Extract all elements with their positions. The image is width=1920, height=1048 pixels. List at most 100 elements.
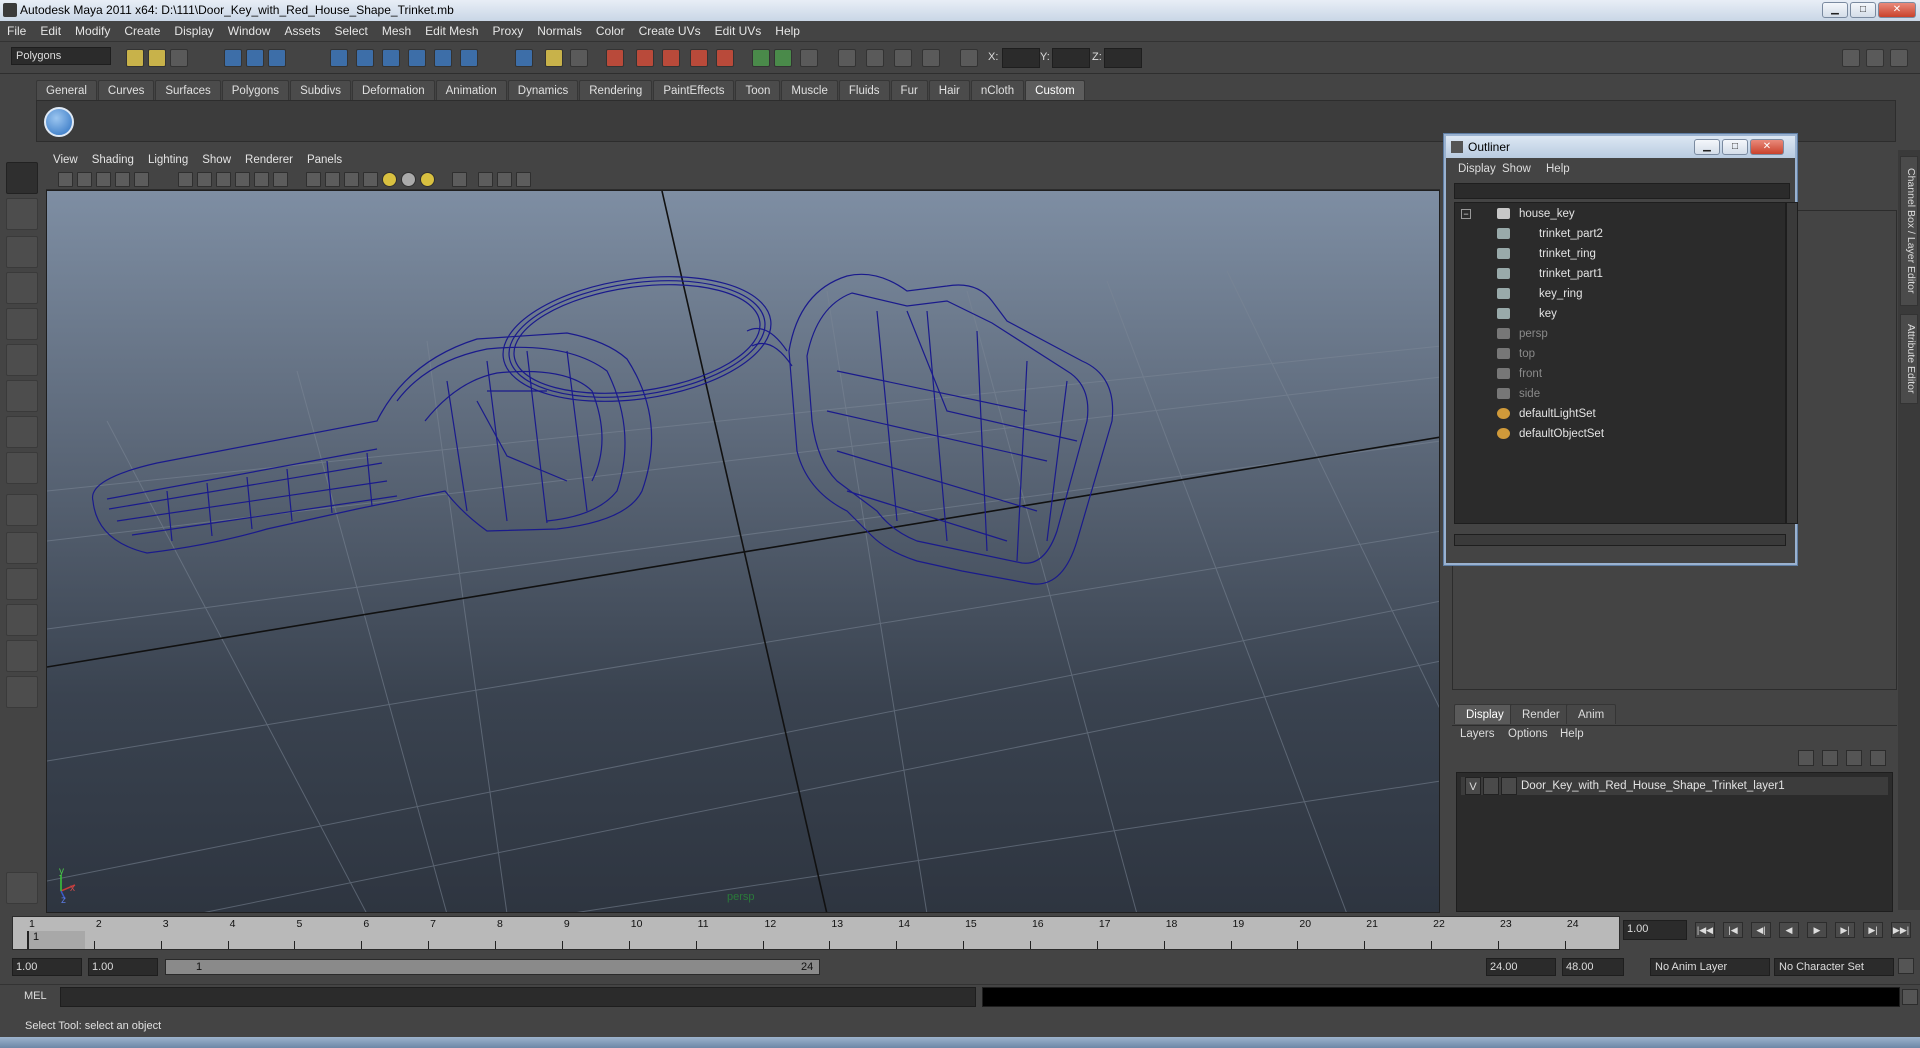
maximize-button[interactable]: □ (1850, 2, 1876, 18)
shadows-icon[interactable] (420, 172, 435, 187)
menu-window[interactable]: Window (221, 21, 278, 42)
xray-joints-icon[interactable] (497, 172, 512, 187)
scale-tool-icon[interactable] (6, 344, 38, 376)
snap-curve-icon[interactable] (356, 49, 374, 67)
shelf-tab-dynamics[interactable]: Dynamics (507, 80, 579, 100)
menu-set-dropdown[interactable]: Polygons (11, 47, 111, 65)
wireframe-on-shaded-icon[interactable] (344, 172, 359, 187)
shelf-tab-deformation[interactable]: Deformation (351, 80, 435, 100)
minimize-button[interactable]: ▁ (1822, 2, 1848, 18)
new-empty-layer-icon[interactable] (1846, 750, 1862, 766)
menu-normals[interactable]: Normals (530, 21, 589, 42)
graph-layout-icon[interactable] (6, 604, 38, 636)
bookmark-icon[interactable] (96, 172, 111, 187)
menu-proxy[interactable]: Proxy (486, 21, 531, 42)
quick-layout-icon[interactable] (6, 872, 38, 904)
menu-help[interactable]: Help (768, 21, 807, 42)
resolution-gate-icon[interactable] (197, 172, 212, 187)
menu-create-uvs[interactable]: Create UVs (632, 21, 708, 42)
select-component-icon[interactable] (268, 49, 286, 67)
manipulator-tool-icon[interactable] (6, 380, 38, 412)
move-layer-down-icon[interactable] (1822, 750, 1838, 766)
outliner-menu-display[interactable]: Display (1458, 163, 1496, 175)
shelf-tab-animation[interactable]: Animation (435, 80, 507, 100)
step-forward-icon[interactable]: ▶| (1863, 922, 1883, 938)
menu-mesh[interactable]: Mesh (375, 21, 418, 42)
new-scene-icon[interactable] (126, 49, 144, 67)
move-layer-up-icon[interactable] (1798, 750, 1814, 766)
field-chart-icon[interactable] (235, 172, 250, 187)
x-coordinate-field[interactable] (1002, 48, 1040, 68)
shelf-tab-fluids[interactable]: Fluids (838, 80, 890, 100)
outliner-vertical-scrollbar[interactable] (1786, 202, 1798, 524)
shelf-tab-curves[interactable]: Curves (97, 80, 155, 100)
play-backward-icon[interactable]: ◀ (1779, 922, 1799, 938)
move-tool-icon[interactable] (6, 272, 38, 304)
command-language-label[interactable]: MEL (24, 990, 47, 1002)
outliner-menu-help[interactable]: Help (1546, 163, 1570, 175)
select-camera-icon[interactable] (58, 172, 73, 187)
menu-color[interactable]: Color (589, 21, 632, 42)
snap-point-icon[interactable] (382, 49, 400, 67)
high-quality-icon[interactable] (516, 172, 531, 187)
shelf-tab-fur[interactable]: Fur (890, 80, 928, 100)
show-tool-settings-icon[interactable] (1866, 49, 1884, 67)
layers-menu[interactable]: Layers (1460, 728, 1495, 740)
viewport-menu-shading[interactable]: Shading (85, 150, 141, 170)
command-input[interactable] (60, 987, 976, 1007)
soft-select-icon[interactable] (894, 49, 912, 67)
safe-title-icon[interactable] (273, 172, 288, 187)
animation-end-field[interactable]: 48.00 (1562, 958, 1624, 976)
animation-start-field[interactable]: 1.00 (12, 958, 82, 976)
outliner-item[interactable]: side (1455, 385, 1785, 403)
outliner-item[interactable]: front (1455, 365, 1785, 383)
textured-icon[interactable] (363, 172, 378, 187)
custom-shelf-checkmark-icon[interactable] (44, 107, 74, 137)
outliner-minimize-button[interactable]: ▁ (1694, 139, 1720, 155)
save-scene-icon[interactable] (170, 49, 188, 67)
snapshot-icon[interactable] (838, 49, 856, 67)
step-back-key-icon[interactable]: ◀| (1751, 922, 1771, 938)
lock-icon[interactable] (545, 49, 563, 67)
hypershade-icon[interactable] (716, 49, 734, 67)
outliner-item[interactable]: key_ring (1455, 285, 1785, 303)
current-time-field[interactable]: 1.00 (1623, 920, 1687, 940)
all-lights-icon[interactable] (401, 172, 416, 187)
xray-icon[interactable] (478, 172, 493, 187)
menu-create[interactable]: Create (117, 21, 167, 42)
layer-visibility-toggle[interactable]: V (1465, 777, 1481, 795)
viewport-menu-panels[interactable]: Panels (300, 150, 349, 170)
shelf-tab-custom[interactable]: Custom (1025, 80, 1085, 100)
tab-anim-layers[interactable]: Anim (1566, 704, 1617, 724)
step-back-icon[interactable]: |◀ (1723, 922, 1743, 938)
menu-display[interactable]: Display (167, 21, 220, 42)
anim-layer-dropdown[interactable]: No Anim Layer (1650, 958, 1770, 976)
shelf-tab-hair[interactable]: Hair (928, 80, 970, 100)
shelf-tab-painteffects[interactable]: PaintEffects (653, 80, 735, 100)
snap-plane-icon[interactable] (408, 49, 426, 67)
channel-box-tab[interactable]: Channel Box / Layer Editor (1900, 156, 1918, 306)
current-frame-marker[interactable]: 1 (27, 931, 85, 949)
isolate-select-icon[interactable] (452, 172, 467, 187)
shelf-tab-toon[interactable]: Toon (735, 80, 781, 100)
step-forward-key-icon[interactable]: ▶| (1835, 922, 1855, 938)
menu-edit[interactable]: Edit (33, 21, 68, 42)
outliner-item[interactable]: persp (1455, 325, 1785, 343)
menu-modify[interactable]: Modify (68, 21, 117, 42)
input-line-icon[interactable] (752, 49, 770, 67)
grid-toggle-icon[interactable] (134, 172, 149, 187)
shelf-tab-general[interactable]: General (36, 80, 97, 100)
default-light-icon[interactable] (382, 172, 397, 187)
last-tool-icon[interactable] (6, 452, 38, 484)
safe-action-icon[interactable] (254, 172, 269, 187)
shelf-tab-muscle[interactable]: Muscle (781, 80, 838, 100)
shelf-tab-rendering[interactable]: Rendering (579, 80, 653, 100)
image-plane-icon[interactable] (115, 172, 130, 187)
hypershade-layout-icon[interactable] (6, 640, 38, 672)
auto-key-icon[interactable] (1898, 958, 1914, 974)
construction-history-icon[interactable] (570, 49, 588, 67)
transform-mode-icon[interactable] (960, 49, 978, 67)
shelf-tab-ncloth[interactable]: nCloth (970, 80, 1025, 100)
play-forward-icon[interactable]: ▶ (1807, 922, 1827, 938)
show-attribute-editor-icon[interactable] (1842, 49, 1860, 67)
